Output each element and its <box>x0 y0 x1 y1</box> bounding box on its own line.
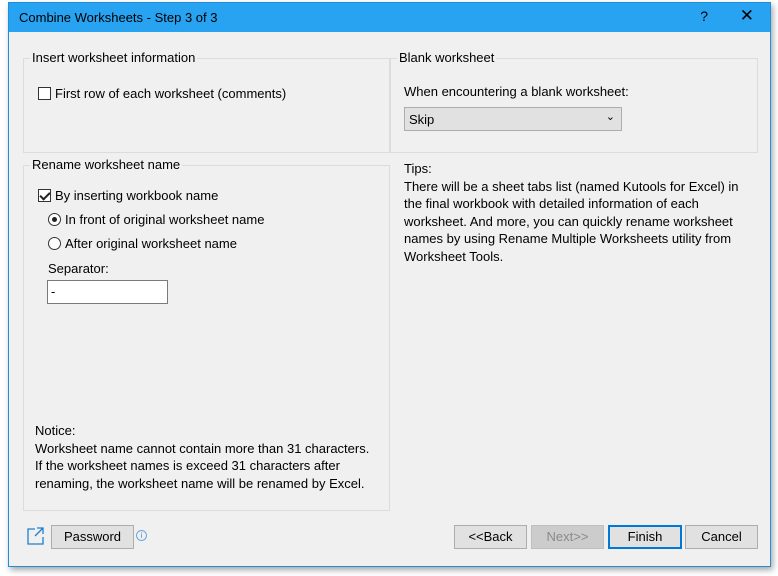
insert-info-group: Insert worksheet information First row o… <box>23 50 390 153</box>
tips: Tips: There will be a sheet tabs list (n… <box>404 160 739 265</box>
notice-line: renaming, the worksheet name will be ren… <box>35 475 365 491</box>
close-button[interactable]: ✕ <box>740 6 754 26</box>
group-legend: Rename worksheet name <box>30 157 183 172</box>
tips-line: names by using Rename Multiple Worksheet… <box>404 231 732 246</box>
blank-select[interactable]: Skip ⌄ <box>404 107 622 131</box>
help-button[interactable]: ? <box>700 8 708 24</box>
checkbox-icon <box>38 189 51 202</box>
select-value: Skip <box>409 112 435 127</box>
blank-worksheet-group: Blank worksheet When encountering a blan… <box>390 50 758 153</box>
chevron-down-icon: ⌄ <box>605 111 615 123</box>
password-button[interactable]: Password <box>51 525 134 549</box>
blank-prompt: When encountering a blank worksheet: <box>404 84 629 99</box>
dialog-window: Combine Worksheets - Step 3 of 3 ? ✕ Ins… <box>8 2 771 567</box>
tips-line: worksheet. And more, you can quickly ren… <box>404 213 733 229</box>
checkbox-label: First row of each worksheet (comments) <box>55 86 287 101</box>
after-radio[interactable]: After original worksheet name <box>48 236 237 251</box>
radio-label: In front of original worksheet name <box>65 212 265 227</box>
first-row-checkbox[interactable]: First row of each worksheet (comments) <box>38 86 286 101</box>
share-icon[interactable] <box>26 526 46 546</box>
radio-label: After original worksheet name <box>65 236 237 251</box>
rename-group: Rename worksheet name By inserting workb… <box>23 157 390 511</box>
group-legend: Blank worksheet <box>397 50 497 65</box>
finish-button[interactable]: Finish <box>608 525 682 549</box>
notice-line: Worksheet name cannot contain more than … <box>35 440 370 456</box>
front-radio[interactable]: In front of original worksheet name <box>48 212 264 227</box>
tips-line: There will be a sheet tabs list (named K… <box>404 178 739 194</box>
tips-line: the final workbook with detailed informa… <box>404 196 699 211</box>
title-bar: Combine Worksheets - Step 3 of 3 ? ✕ <box>9 3 770 32</box>
notice: Notice: Worksheet name cannot contain mo… <box>35 422 369 492</box>
next-button: Next>> <box>531 525 604 549</box>
window-title: Combine Worksheets - Step 3 of 3 <box>19 10 218 25</box>
group-legend: Insert worksheet information <box>30 50 198 65</box>
notice-line: If the worksheet names is exceed 31 char… <box>35 458 340 473</box>
checkbox-icon <box>38 87 51 100</box>
notice-title: Notice: <box>35 423 76 438</box>
radio-icon <box>48 213 61 226</box>
checkbox-label: By inserting workbook name <box>55 188 219 203</box>
separator-label: Separator: <box>48 261 109 276</box>
tips-title: Tips: <box>404 161 432 176</box>
tips-line: Worksheet Tools. <box>404 248 504 264</box>
separator-input[interactable]: - <box>47 280 168 304</box>
radio-icon <box>48 237 61 250</box>
cancel-button[interactable]: Cancel <box>685 525 758 549</box>
back-button[interactable]: <<Back <box>454 525 527 549</box>
info-icon[interactable]: i <box>136 530 147 541</box>
by-inserting-checkbox[interactable]: By inserting workbook name <box>38 188 218 203</box>
separator-value: - <box>51 284 56 299</box>
